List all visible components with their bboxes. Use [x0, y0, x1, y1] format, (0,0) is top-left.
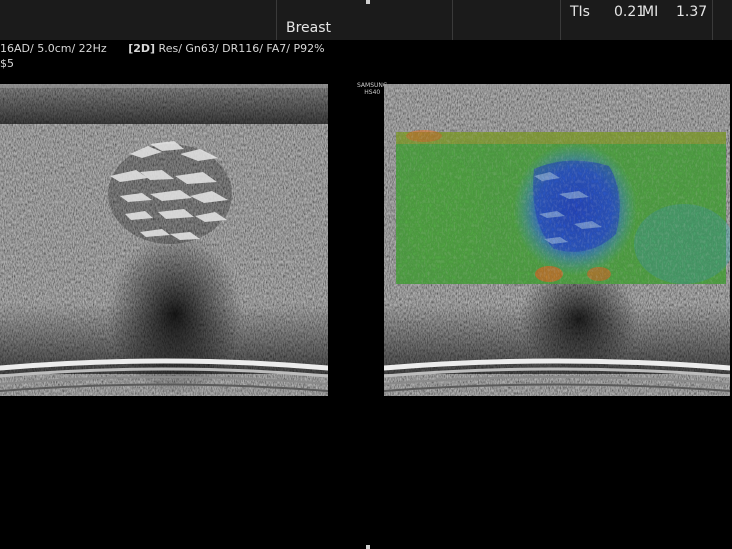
manufacturer-watermark: SAMSUNG HS40: [357, 82, 388, 96]
gain-settings: Res∕ Gn63∕ DR116∕ FA7∕ P92%: [158, 42, 325, 55]
tis-label: TIs: [570, 4, 590, 20]
imaging-mode: [2D]: [128, 42, 156, 55]
header-marker-top: [366, 0, 370, 4]
bmode-image-left: [0, 84, 328, 396]
elastography-color-box: [396, 130, 730, 284]
acquisition-parameters: 16AD∕ 5.0cm∕ 22Hz [2D] Res∕ Gn63∕ DR116∕…: [0, 42, 325, 55]
header-divider: [452, 0, 453, 40]
elastography-image-right: [384, 84, 730, 396]
exam-preset-label: Breast: [286, 20, 332, 36]
watermark-model: HS40: [364, 89, 381, 96]
header-divider: [712, 0, 713, 40]
probe-depth-rate: 16AD∕ 5.0cm∕ 22Hz: [0, 42, 107, 55]
elastography-image-svg: [384, 84, 730, 396]
secondary-parameter: $5: [0, 57, 14, 70]
watermark-brand: SAMSUNG: [357, 82, 388, 89]
header-divider: [560, 0, 561, 40]
tis-value: 0.21: [614, 4, 646, 20]
bottom-marker: [366, 545, 370, 549]
mi-label: MI: [642, 4, 659, 20]
bmode-image-svg: [0, 84, 328, 396]
header-bar: Breast TIs 0.21 MI 1.37: [0, 0, 732, 40]
header-divider: [276, 0, 277, 40]
mi-value: 1.37: [676, 4, 708, 20]
